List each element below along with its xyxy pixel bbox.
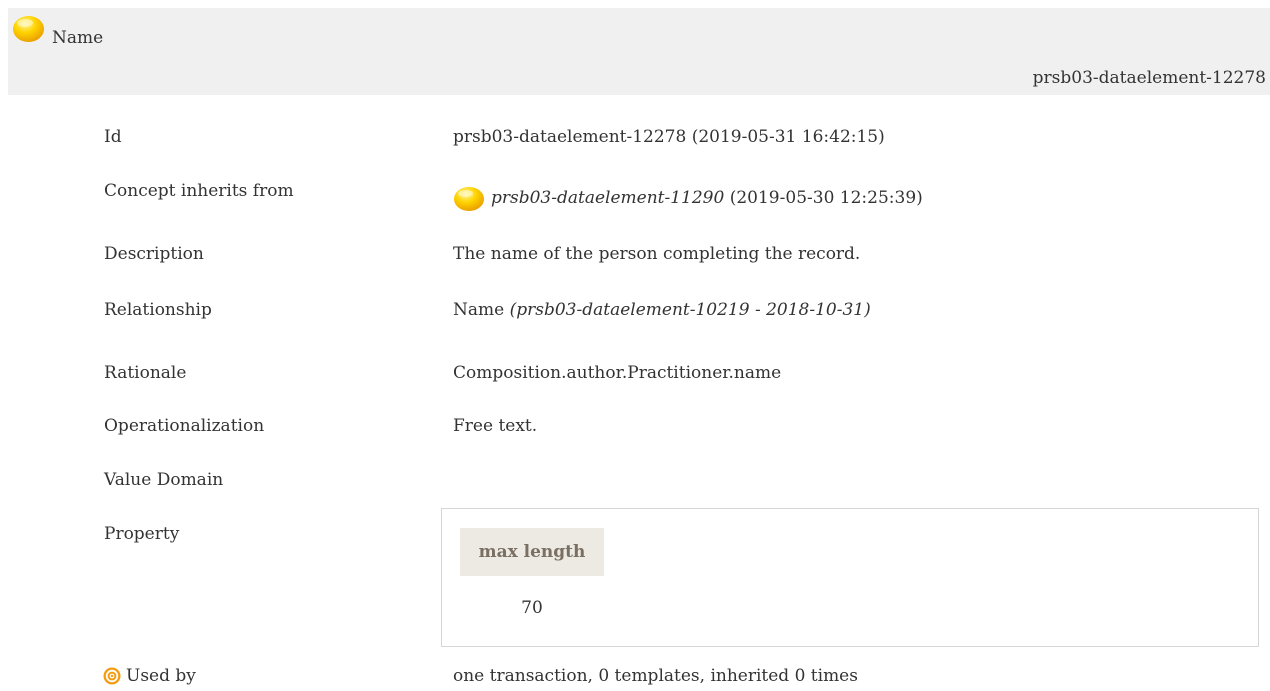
row-description: Description The name of the person compl… <box>0 239 1270 269</box>
property-label: Property <box>104 524 180 544</box>
concept-id-label: prsb03-dataelement-12278 <box>1032 68 1266 88</box>
row-operationalization: Operationalization Free text. <box>0 411 1270 441</box>
inherits-value: prsb03-dataelement-11290 (2019-05-30 12:… <box>491 183 923 213</box>
id-value: prsb03-dataelement-12278 (2019-05-31 16:… <box>453 127 885 147</box>
inherits-date: (2019-05-30 12:25:39) <box>724 188 923 208</box>
concept-title: Name <box>52 28 104 48</box>
description-label: Description <box>104 244 204 264</box>
row-id: Id prsb03-dataelement-12278 (2019-05-31 … <box>0 122 1270 152</box>
operationalization-value: Free text. <box>453 416 538 436</box>
target-icon <box>103 667 121 685</box>
used-by-value: one transaction, 0 templates, inherited … <box>453 666 858 686</box>
row-inherits: Concept inherits from prsb03-dataelement… <box>0 181 1270 213</box>
used-by-label: Used by <box>126 666 196 686</box>
row-rationale: Rationale Composition.author.Practitione… <box>0 358 1270 388</box>
rationale-label: Rationale <box>104 363 187 383</box>
property-value-max-length: 70 <box>521 598 543 618</box>
relationship-label: Relationship <box>104 300 212 320</box>
property-table: max length 70 <box>441 508 1259 647</box>
row-relationship: Relationship Name (prsb03-dataelement-10… <box>0 295 1270 325</box>
concept-header: Name prsb03-dataelement-12278 <box>8 8 1270 95</box>
operationalization-label: Operationalization <box>104 416 265 436</box>
rationale-value: Composition.author.Practitioner.name <box>453 363 782 383</box>
inherits-label: Concept inherits from <box>104 181 294 201</box>
description-value: The name of the person completing the re… <box>453 244 861 264</box>
relationship-value: Name (prsb03-dataelement-10219 - 2018-10… <box>453 295 871 325</box>
relationship-name: Name <box>453 300 510 320</box>
relationship-ref: (prsb03-dataelement-10219 - 2018-10-31) <box>509 300 871 320</box>
id-label: Id <box>104 127 122 147</box>
row-value-domain: Value Domain <box>0 465 1270 495</box>
concept-status-orb-icon <box>454 187 484 211</box>
value-domain-label: Value Domain <box>104 470 224 490</box>
property-header-max-length: max length <box>460 528 604 576</box>
concept-status-orb-icon <box>13 16 44 42</box>
inherits-concept-link[interactable]: prsb03-dataelement-11290 <box>491 188 724 208</box>
